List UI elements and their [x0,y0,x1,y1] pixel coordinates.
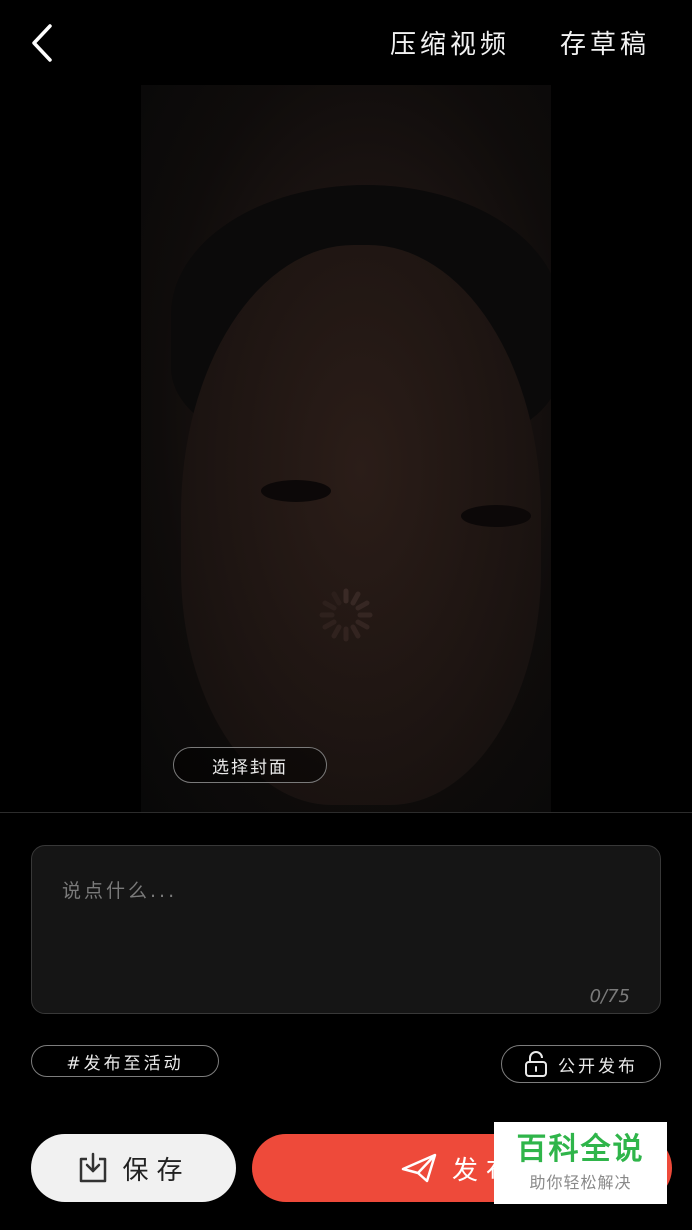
watermark-title: 百科全说 [516,1132,645,1167]
preview-eye-left [261,480,331,502]
divider [0,812,692,813]
publish-to-activity-button[interactable]: #发布至活动 [31,1045,219,1077]
caption-input[interactable]: 说点什么... 0/75 [31,845,661,1014]
download-save-icon [76,1151,110,1185]
back-button[interactable] [22,20,62,66]
send-icon [400,1152,438,1184]
preview-eye-right [461,505,531,527]
save-button[interactable]: 保存 [31,1134,236,1202]
character-count: 0/75 [589,986,630,1007]
compress-video-button[interactable]: 压缩视频 [390,24,510,61]
chevron-left-icon [32,24,52,62]
unlock-icon [524,1050,548,1078]
save-label: 保存 [122,1155,191,1186]
watermark-subtitle: 助你轻松解决 [529,1173,632,1192]
video-preview[interactable] [141,85,551,812]
visibility-public-button[interactable]: 公开发布 [501,1045,661,1083]
watermark-logo: 百科全说 助你轻松解决 [494,1122,667,1204]
top-bar: 压缩视频 存草稿 [0,0,692,86]
save-draft-button[interactable]: 存草稿 [560,24,650,61]
loading-spinner-icon [316,585,376,645]
visibility-label: 公开发布 [558,1056,638,1077]
select-cover-button[interactable]: 选择封面 [173,747,327,783]
caption-placeholder: 说点什么... [62,880,178,902]
